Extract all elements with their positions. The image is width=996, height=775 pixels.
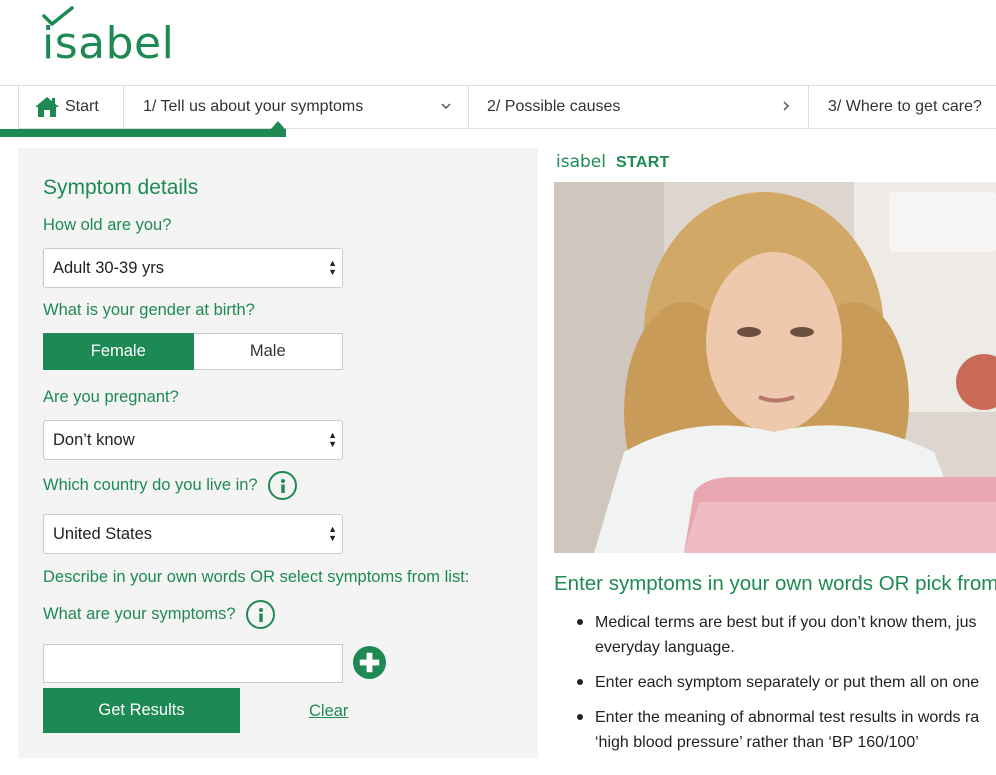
pregnant-select-value: Don’t know xyxy=(53,430,135,449)
gender-male-button[interactable]: Male xyxy=(193,333,343,370)
active-step-indicator xyxy=(0,129,286,137)
nav-step-3-label: 3/ Where to get care? xyxy=(828,98,982,115)
nav-start-label: Start xyxy=(65,98,99,115)
gender-toggle: Female Male xyxy=(43,333,343,370)
country-question: Which country do you live in? xyxy=(43,475,258,494)
age-select-value: Adult 30-39 yrs xyxy=(53,258,164,277)
country-select-value: United States xyxy=(53,524,153,543)
select-arrows-icon: ▲ ▼ xyxy=(328,430,337,449)
add-symptom-plus-icon[interactable] xyxy=(352,645,387,680)
select-arrows-icon: ▲ ▼ xyxy=(328,258,337,277)
age-question: How old are you? xyxy=(43,216,172,234)
symptoms-question-row: What are your symptoms? xyxy=(43,600,276,629)
get-results-button[interactable]: Get Results xyxy=(43,688,240,733)
logo-text: isabel xyxy=(42,18,175,69)
brand-section-label: START xyxy=(615,154,670,171)
country-select[interactable]: United States ▲ ▼ xyxy=(43,514,343,554)
bullet-line: ‘high blood pressure’ rather than ‘BP 16… xyxy=(595,734,919,751)
step-navigation: Start 1/ Tell us about your symptoms 2/ … xyxy=(18,86,996,129)
clear-link[interactable]: Clear xyxy=(309,702,348,721)
active-step-pointer xyxy=(271,121,285,129)
isabel-start-brand: isabel START xyxy=(556,146,670,172)
list-item: Enter each symptom separately or put the… xyxy=(575,670,996,695)
country-question-row: Which country do you live in? xyxy=(43,471,298,500)
chevron-right-icon xyxy=(783,101,790,111)
bullet-line: Enter the meaning of abnormal test resul… xyxy=(595,709,980,726)
nav-step-2-label: 2/ Possible causes xyxy=(487,98,621,115)
isabel-logo[interactable]: isabel xyxy=(42,6,182,69)
hero-photo xyxy=(554,182,996,553)
info-icon[interactable] xyxy=(268,471,298,500)
brand-logo-small: isabel xyxy=(556,152,606,172)
form-title: Symptom details xyxy=(43,176,199,199)
bullet-line: everyday language. xyxy=(595,639,735,656)
info-icon[interactable] xyxy=(246,600,276,629)
nav-step-3[interactable]: 3/ Where to get care? xyxy=(809,86,996,128)
symptoms-question: What are your symptoms? xyxy=(43,604,236,623)
chevron-down-icon xyxy=(441,103,451,110)
pregnant-question: Are you pregnant? xyxy=(43,388,179,406)
nav-start[interactable]: Start xyxy=(18,86,124,128)
pregnant-select[interactable]: Don’t know ▲ ▼ xyxy=(43,420,343,460)
symptoms-input[interactable] xyxy=(43,644,343,683)
gender-female-button[interactable]: Female xyxy=(43,333,194,370)
info-heading: Enter symptoms in your own words OR pick… xyxy=(554,572,996,595)
nav-step-2[interactable]: 2/ Possible causes xyxy=(469,86,809,128)
woman-with-laptop-image xyxy=(554,182,996,553)
header: isabel xyxy=(0,0,996,86)
symptom-form-panel: Symptom details How old are you? Adult 3… xyxy=(18,148,538,758)
describe-prompt: Describe in your own words OR select sym… xyxy=(43,568,470,586)
gender-question: What is your gender at birth? xyxy=(43,301,255,319)
bullet-line: Medical terms are best but if you don’t … xyxy=(595,614,977,631)
age-select[interactable]: Adult 30-39 yrs ▲ ▼ xyxy=(43,248,343,288)
home-icon xyxy=(35,97,59,117)
nav-step-1-label: 1/ Tell us about your symptoms xyxy=(143,98,364,115)
list-item: Enter the meaning of abnormal test resul… xyxy=(575,705,996,755)
select-arrows-icon: ▲ ▼ xyxy=(328,524,337,543)
bullet-line: Enter each symptom separately or put the… xyxy=(595,674,980,691)
nav-step-1[interactable]: 1/ Tell us about your symptoms xyxy=(124,86,469,128)
info-bullet-list: Medical terms are best but if you don’t … xyxy=(575,610,996,765)
list-item: Medical terms are best but if you don’t … xyxy=(575,610,996,660)
